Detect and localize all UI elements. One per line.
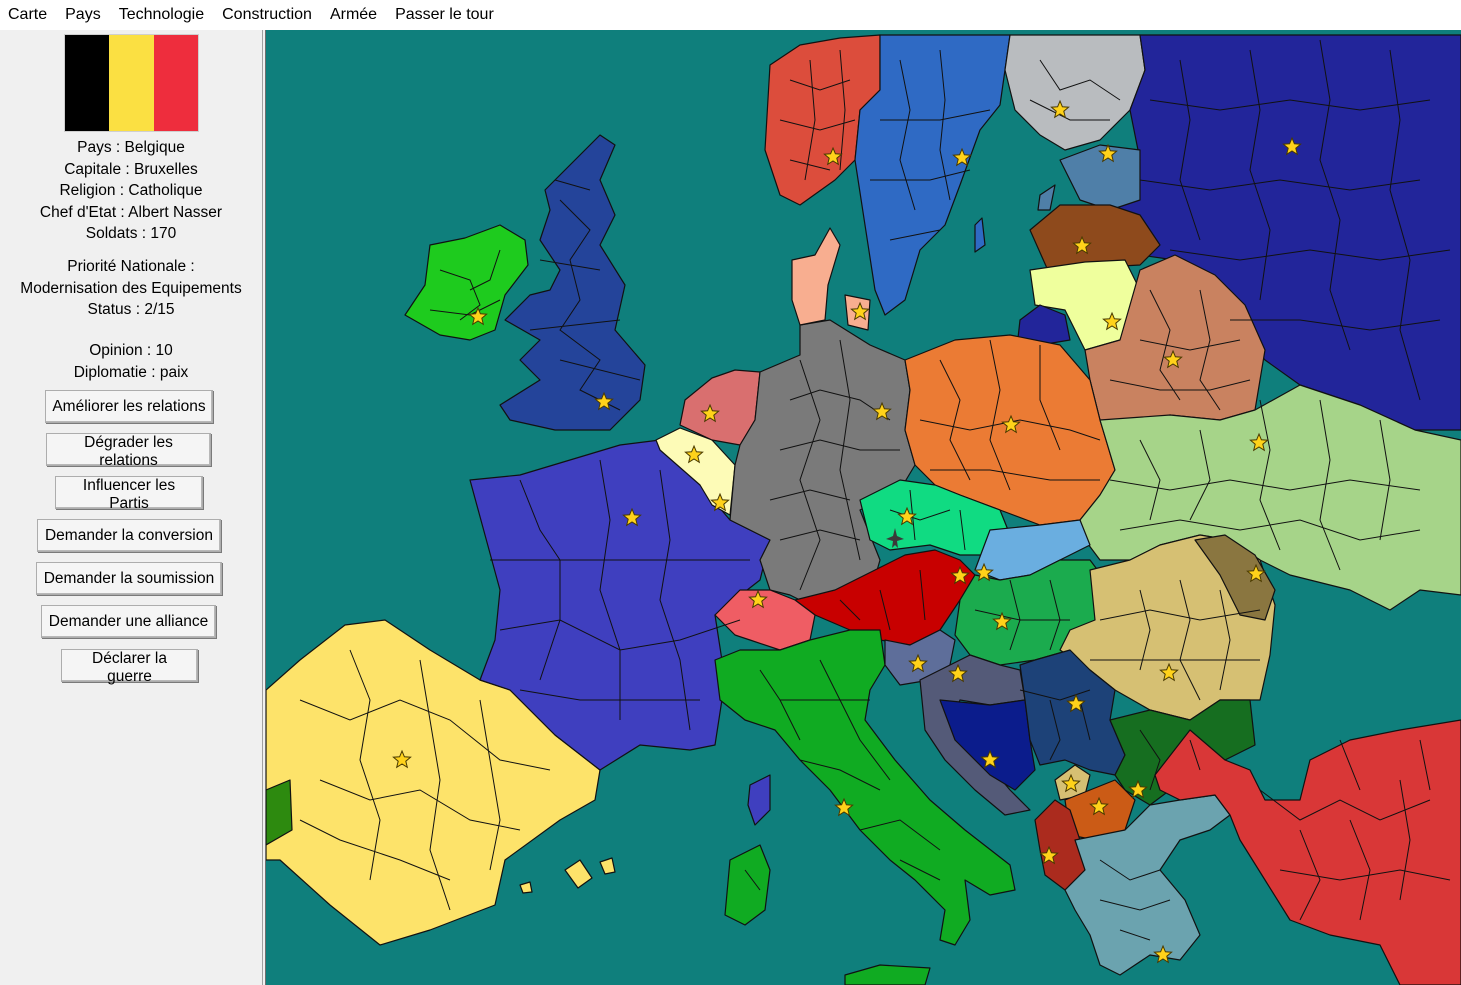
menu-construction[interactable]: Construction [213,1,321,29]
country-name: Pays : Belgique [77,139,185,156]
request-conversion-button[interactable]: Demander la conversion [37,519,221,552]
menu-pays[interactable]: Pays [56,1,110,29]
belgium-flag-icon [64,34,199,132]
country-panel: Pays : Belgique Capitale : Bruxelles Rel… [0,30,262,985]
country-capital: Capitale : Bruxelles [64,160,198,178]
menu-carte[interactable]: Carte [0,1,56,29]
relations-info: Opinion : 10 Diplomatie : paix [0,340,262,383]
opinion-value: Opinion : 10 [89,342,173,359]
europe-map[interactable] [266,30,1461,985]
menu-armee[interactable]: Armée [321,1,386,29]
priority-status: Status : 2/15 [87,301,175,319]
flag-stripe-red [153,35,198,131]
country-head-of-state: Chef d'Etat : Albert Nasser [39,203,223,221]
influence-parties-button[interactable]: Influencer les Partis [55,476,203,512]
improve-relations-button[interactable]: Améliorer les relations [45,390,213,423]
request-alliance-button[interactable]: Demander une alliance [41,605,216,638]
country-info: Pays : Belgique Capitale : Bruxelles Rel… [0,137,262,245]
priority-value: Modernisation des Equipements [20,279,242,297]
request-submission-button[interactable]: Demander la soumission [36,562,222,595]
degrade-relations-button[interactable]: Dégrader les relations [46,433,211,469]
menu-technologie[interactable]: Technologie [110,1,213,29]
diplomacy-status: Diplomatie : paix [73,363,189,381]
country-soldiers: Soldats : 170 [85,225,177,243]
priority-label: Priorité Nationale : [67,258,195,275]
menu-bar: Carte Pays Technologie Construction Armé… [0,0,1461,30]
declare-war-button[interactable]: Déclarer la guerre [61,649,198,685]
flag-stripe-yellow [109,35,154,131]
menu-passer-le-tour[interactable]: Passer le tour [386,1,503,29]
country-religion: Religion : Catholique [59,182,203,200]
flag-stripe-black [65,35,110,131]
national-priority: Priorité Nationale : Modernisation des E… [0,256,262,321]
